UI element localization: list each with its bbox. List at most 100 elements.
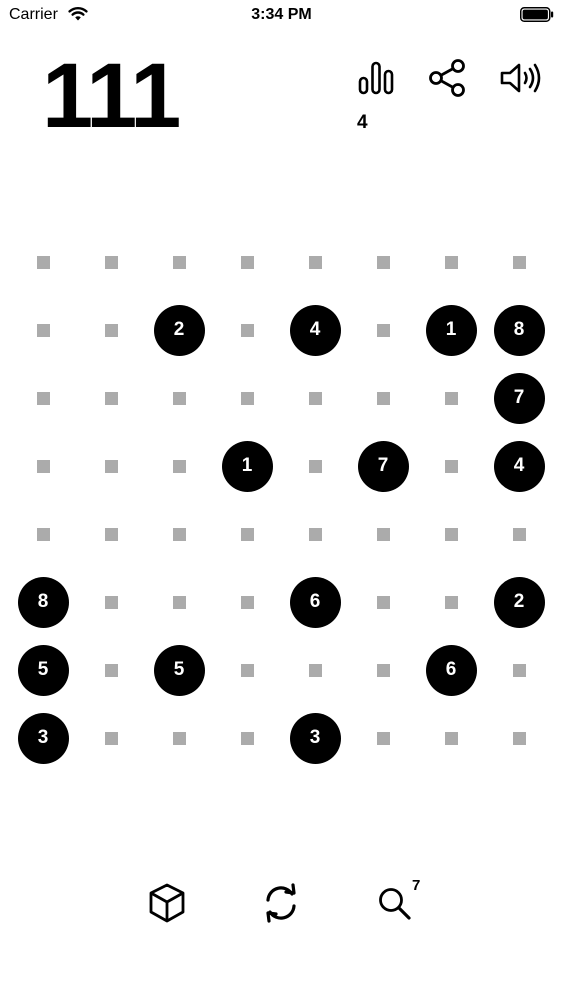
empty-cell-marker — [104, 459, 118, 473]
empty-cell-marker — [444, 731, 458, 745]
empty-cell[interactable] — [17, 440, 69, 492]
empty-cell[interactable] — [85, 304, 137, 356]
empty-cell[interactable] — [357, 304, 409, 356]
number-tile-cell[interactable]: 7 — [493, 372, 545, 424]
empty-cell[interactable] — [425, 372, 477, 424]
empty-cell[interactable] — [289, 372, 341, 424]
number-tile-cell[interactable]: 6 — [425, 644, 477, 696]
empty-cell[interactable] — [357, 712, 409, 764]
empty-cell[interactable] — [153, 440, 205, 492]
number-tile: 2 — [493, 576, 545, 628]
number-tile: 6 — [425, 644, 477, 696]
empty-cell[interactable] — [221, 508, 273, 560]
empty-cell-marker — [376, 663, 390, 677]
number-tile-cell[interactable]: 5 — [17, 644, 69, 696]
number-tile: 4 — [493, 440, 545, 492]
empty-cell-marker — [512, 663, 526, 677]
empty-cell[interactable] — [357, 576, 409, 628]
empty-cell-marker — [308, 527, 322, 541]
empty-cell-marker — [240, 323, 254, 337]
empty-cell[interactable] — [85, 440, 137, 492]
empty-cell[interactable] — [289, 644, 341, 696]
number-tile-cell[interactable]: 6 — [289, 576, 341, 628]
empty-cell[interactable] — [289, 236, 341, 288]
empty-cell[interactable] — [221, 304, 273, 356]
refresh-icon[interactable] — [258, 880, 304, 926]
empty-cell[interactable] — [357, 236, 409, 288]
number-tile-cell[interactable]: 4 — [493, 440, 545, 492]
empty-cell-marker — [308, 255, 322, 269]
empty-cell[interactable] — [153, 372, 205, 424]
number-tile-cell[interactable]: 1 — [221, 440, 273, 492]
empty-cell-marker — [512, 731, 526, 745]
empty-cell[interactable] — [221, 712, 273, 764]
empty-cell[interactable] — [221, 576, 273, 628]
empty-cell[interactable] — [493, 644, 545, 696]
empty-cell[interactable] — [425, 712, 477, 764]
empty-cell-marker — [240, 255, 254, 269]
empty-cell-marker — [36, 527, 50, 541]
cube-icon[interactable] — [144, 880, 190, 926]
empty-cell[interactable] — [425, 440, 477, 492]
empty-cell[interactable] — [425, 576, 477, 628]
empty-cell[interactable] — [493, 236, 545, 288]
empty-cell[interactable] — [425, 508, 477, 560]
empty-cell[interactable] — [221, 236, 273, 288]
empty-cell[interactable] — [221, 644, 273, 696]
empty-cell-marker — [444, 255, 458, 269]
empty-cell[interactable] — [17, 236, 69, 288]
number-tile-cell[interactable]: 4 — [289, 304, 341, 356]
empty-cell[interactable] — [85, 236, 137, 288]
empty-cell[interactable] — [17, 508, 69, 560]
number-tile-cell[interactable]: 3 — [289, 712, 341, 764]
empty-cell[interactable] — [289, 508, 341, 560]
empty-cell[interactable] — [85, 644, 137, 696]
empty-cell[interactable] — [221, 372, 273, 424]
number-tile-cell[interactable]: 2 — [493, 576, 545, 628]
empty-cell[interactable] — [153, 576, 205, 628]
empty-cell-marker — [104, 731, 118, 745]
empty-cell[interactable] — [153, 712, 205, 764]
empty-cell[interactable] — [493, 508, 545, 560]
number-tile-cell[interactable]: 5 — [153, 644, 205, 696]
empty-cell[interactable] — [425, 236, 477, 288]
empty-cell-marker — [36, 323, 50, 337]
empty-cell[interactable] — [153, 236, 205, 288]
empty-cell-marker — [36, 255, 50, 269]
empty-cell-marker — [444, 459, 458, 473]
empty-cell[interactable] — [85, 712, 137, 764]
empty-cell[interactable] — [17, 304, 69, 356]
number-tile-cell[interactable]: 1 — [425, 304, 477, 356]
empty-cell-marker — [172, 731, 186, 745]
number-tile-cell[interactable]: 2 — [153, 304, 205, 356]
empty-cell-marker — [172, 595, 186, 609]
number-tile: 3 — [17, 712, 69, 764]
empty-cell[interactable] — [357, 508, 409, 560]
empty-cell-marker — [36, 459, 50, 473]
number-tile: 7 — [357, 440, 409, 492]
empty-cell[interactable] — [289, 440, 341, 492]
hint-count: 7 — [412, 877, 421, 894]
number-tile-cell[interactable]: 7 — [357, 440, 409, 492]
empty-cell-marker — [240, 595, 254, 609]
empty-cell-marker — [104, 595, 118, 609]
number-tile: 8 — [17, 576, 69, 628]
number-tile: 6 — [289, 576, 341, 628]
empty-cell-marker — [444, 527, 458, 541]
number-tile-cell[interactable]: 8 — [17, 576, 69, 628]
empty-cell[interactable] — [85, 372, 137, 424]
empty-cell[interactable] — [357, 644, 409, 696]
empty-cell-marker — [308, 391, 322, 405]
number-tile-cell[interactable]: 3 — [17, 712, 69, 764]
empty-cell-marker — [308, 663, 322, 677]
empty-cell-marker — [512, 255, 526, 269]
empty-cell[interactable] — [17, 372, 69, 424]
empty-cell-marker — [308, 459, 322, 473]
empty-cell-marker — [376, 527, 390, 541]
empty-cell[interactable] — [357, 372, 409, 424]
empty-cell[interactable] — [153, 508, 205, 560]
empty-cell[interactable] — [85, 576, 137, 628]
empty-cell[interactable] — [493, 712, 545, 764]
number-tile-cell[interactable]: 8 — [493, 304, 545, 356]
empty-cell[interactable] — [85, 508, 137, 560]
